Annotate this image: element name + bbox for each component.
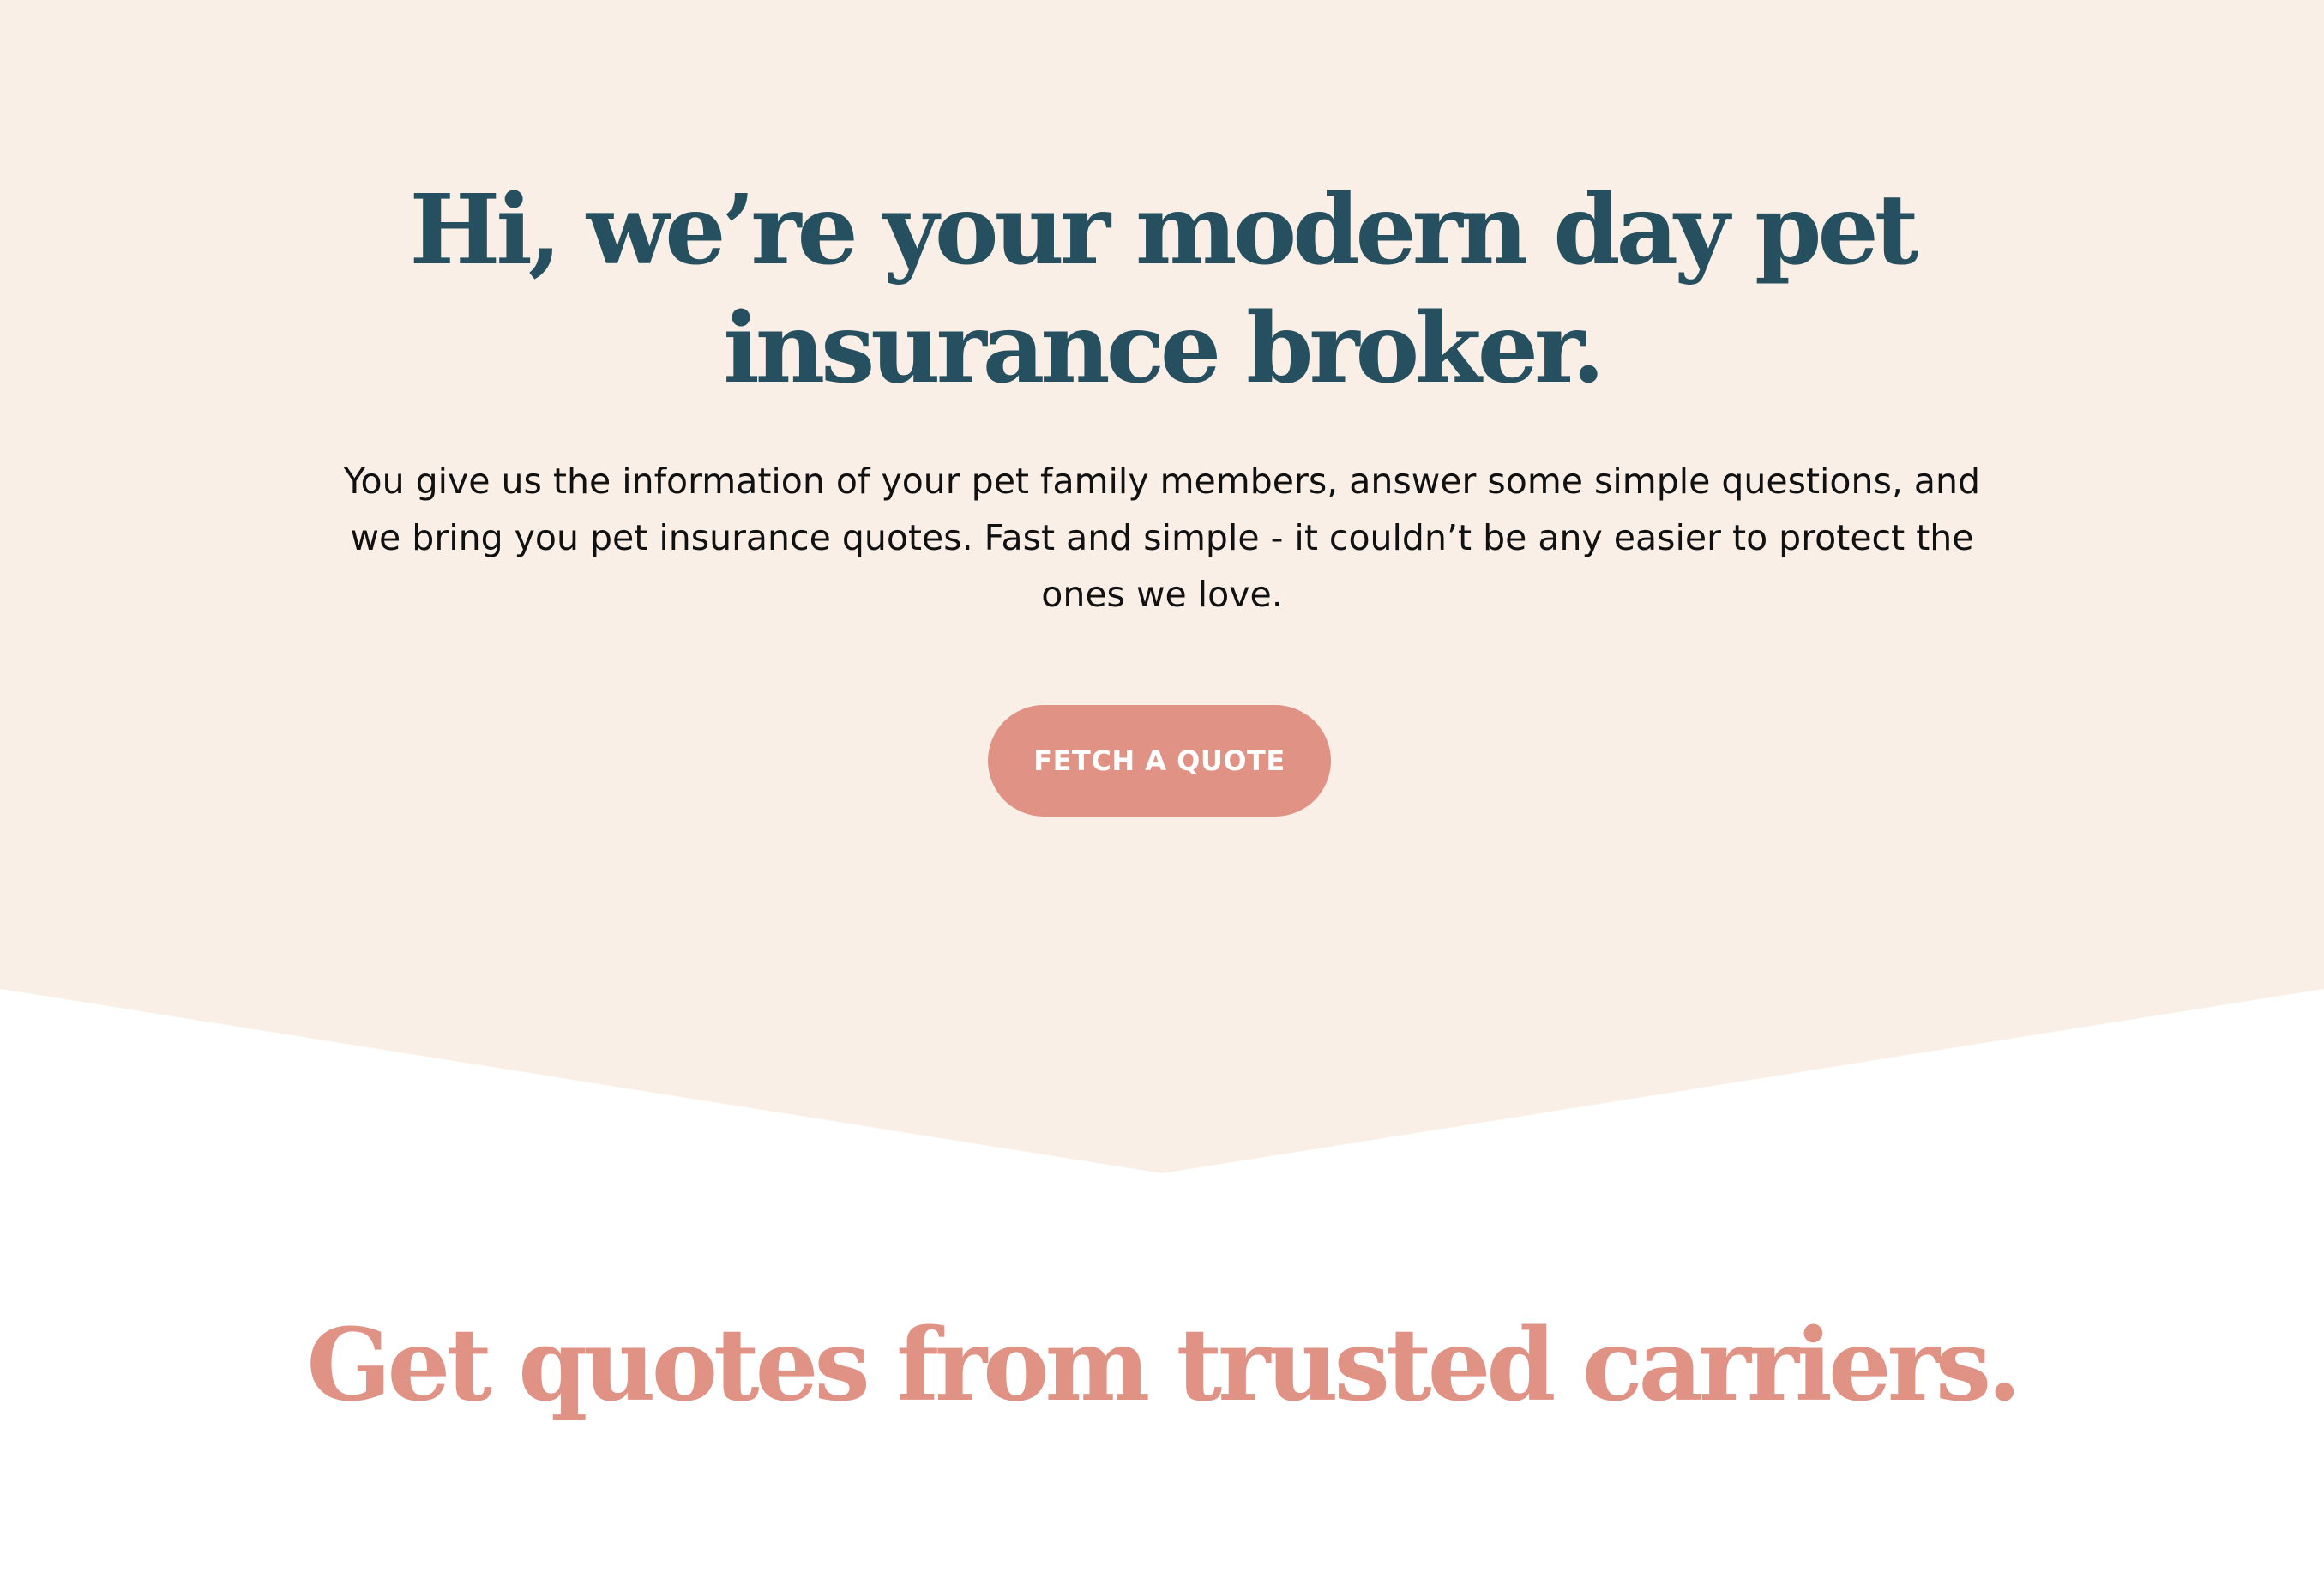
hero-title-line-2: insurance broker. [723, 292, 1605, 405]
hero-description: You give us the information of your pet … [343, 461, 1981, 615]
carriers-heading: Get quotes from trusted carriers. [306, 1307, 2021, 1424]
fetch-a-quote-button[interactable]: FETCH A QUOTE [988, 705, 1331, 817]
landing-page: Hi, we’re your modern day pet insurance … [0, 0, 2324, 1585]
hero-title: Hi, we’re your modern day pet insurance … [304, 172, 2020, 408]
hero-title-line-1: Hi, we’re your modern day pet [409, 174, 1919, 286]
